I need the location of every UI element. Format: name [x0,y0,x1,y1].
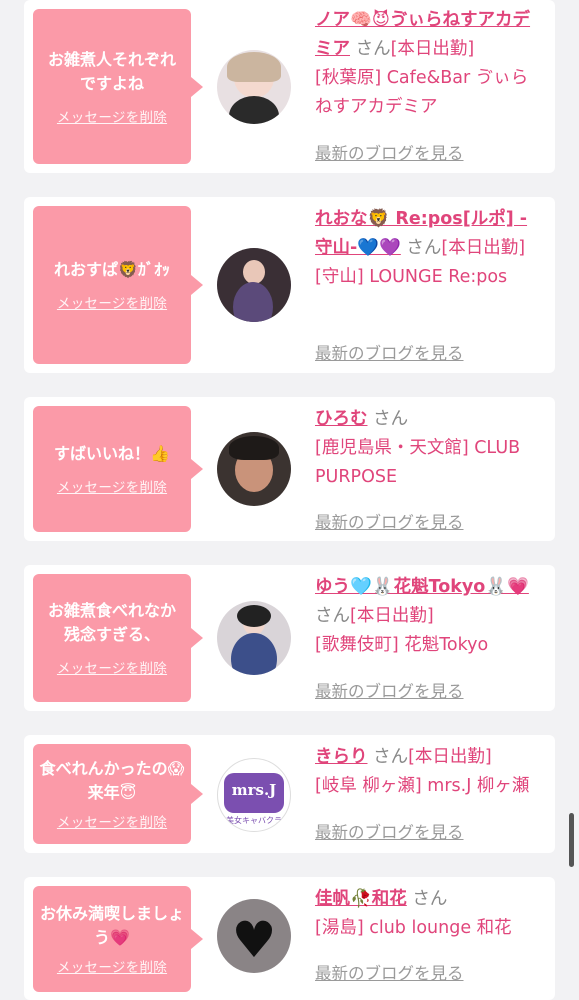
cast-name-link[interactable]: 佳帆🥀和花 [315,889,407,909]
delete-message-link[interactable]: メッセージを削除 [57,956,167,976]
message-bubble: すばいいね！👍 メッセージを削除 [33,406,203,532]
message-text: お雑煮人それぞれですよね [47,49,176,93]
message-text: れおすぱ🦁ｶﾞｵｯ [54,260,170,279]
delete-message-link[interactable]: メッセージを削除 [57,657,167,677]
shop-info: [歌舞伎町] 花魁Tokyo [315,635,489,655]
honorific: さん [373,747,409,767]
avatar-body-icon [229,96,279,124]
avatar[interactable] [217,248,291,322]
honorific: さん [373,409,409,429]
avatar-hair-icon [229,436,279,460]
cast-info: れおな🦁 Re:pos[ルポ] - 守山-💙💜 さん[本日出勤] [守山] LO… [315,205,545,292]
cast-info: 佳帆🥀和花 さん [湯島] club lounge 和花 [315,885,545,943]
message-card: お休み満喫しましょう💗 メッセージを削除 ♥ 佳帆🥀和花 さん [湯島] clu… [24,877,555,1000]
avatar[interactable] [217,432,291,506]
message-card: れおすぱ🦁ｶﾞｵｯ メッセージを削除 れおな🦁 Re:pos[ルポ] - 守山-… [24,197,555,373]
heart-icon: ♥ [231,911,277,969]
status-badge: [本日出勤] [390,39,475,59]
cast-name-link[interactable]: ゆう🩵🐰花魁Tokyo🐰💗 [315,577,529,597]
delete-message-link[interactable]: メッセージを削除 [57,476,167,496]
message-bubble: お雑煮食べれなか残念すぎる、 メッセージを削除 [33,574,203,702]
status-badge: [本日出勤] [441,238,526,258]
shop-info: [守山] LOUNGE Re:pos [315,267,508,287]
delete-message-link[interactable]: メッセージを削除 [57,292,167,312]
cast-info: ひろむ さん [鹿児島県・天文館] CLUB PURPOSE [315,405,545,492]
latest-blog-link[interactable]: 最新のブログを見る [315,340,464,364]
avatar[interactable]: mrs.J 美女キャバクラ [217,758,291,832]
latest-blog-link[interactable]: 最新のブログを見る [315,509,464,533]
cast-info: ノア🧠😈ゔぃらねすアカデミア さん[本日出勤] [秋葉原] Cafe&Bar ゔ… [315,6,545,122]
message-card: すばいいね！👍 メッセージを削除 ひろむ さん [鹿児島県・天文館] CLUB … [24,397,555,541]
latest-blog-link[interactable]: 最新のブログを見る [315,819,464,843]
message-card: お雑煮食べれなか残念すぎる、 メッセージを削除 ゆう🩵🐰花魁Tokyo🐰💗 さん… [24,565,555,711]
honorific: さん [315,606,350,626]
avatar-logo-text: mrs.J [231,781,277,799]
message-card: 食べれんかったの😱来年😇 メッセージを削除 mrs.J 美女キャバクラ きらり … [24,735,555,853]
avatar[interactable]: ♥ [217,899,291,973]
shop-info: [鹿児島県・天文館] CLUB PURPOSE [315,438,521,487]
message-bubble: お雑煮人それぞれですよね メッセージを削除 [33,9,203,164]
message-bubble: お休み満喫しましょう💗 メッセージを削除 [33,886,203,992]
avatar[interactable] [217,50,291,124]
shop-info: [秋葉原] Cafe&Bar ゔぃらねすアカデミア [315,68,529,117]
honorific: さん [406,238,442,258]
avatar-logo-subtext: 美女キャバクラ [226,816,282,825]
delete-message-link[interactable]: メッセージを削除 [57,811,167,831]
message-text: 食べれんかったの😱来年😇 [39,759,185,802]
cast-name-link[interactable]: きらり [315,747,368,767]
message-bubble: れおすぱ🦁ｶﾞｵｯ メッセージを削除 [33,206,203,364]
avatar-body-icon [231,633,277,675]
avatar-photo-icon [243,260,265,284]
avatar-body-icon [233,282,273,322]
shop-info: [岐阜 柳ヶ瀬] mrs.J 柳ヶ瀬 [315,776,530,796]
message-bubble: 食べれんかったの😱来年😇 メッセージを削除 [33,744,203,844]
latest-blog-link[interactable]: 最新のブログを見る [315,140,464,164]
shop-info: [湯島] club lounge 和花 [315,918,512,938]
message-text: お雑煮食べれなか残念すぎる、 [47,601,176,644]
avatar[interactable] [217,601,291,675]
latest-blog-link[interactable]: 最新のブログを見る [315,960,464,984]
delete-message-link[interactable]: メッセージを削除 [57,106,167,126]
scrollbar[interactable] [569,813,574,867]
cast-name-link[interactable]: ひろむ [315,409,368,429]
status-badge: [本日出勤] [350,606,434,626]
honorific: さん [355,39,391,59]
status-badge: [本日出勤] [408,747,492,767]
message-text: お休み満喫しましょう💗 [39,904,184,947]
avatar-hair-icon [227,52,281,82]
cast-info: ゆう🩵🐰花魁Tokyo🐰💗 さん[本日出勤] [歌舞伎町] 花魁Tokyo [315,573,545,660]
avatar-hair-icon [237,605,271,627]
honorific: さん [412,889,448,909]
latest-blog-link[interactable]: 最新のブログを見る [315,678,464,702]
cast-info: きらり さん[本日出勤] [岐阜 柳ヶ瀬] mrs.J 柳ヶ瀬 [315,743,550,801]
message-text: すばいいね！👍 [54,444,170,463]
message-card: お雑煮人それぞれですよね メッセージを削除 ノア🧠😈ゔぃらねすアカデミア さん[… [24,0,555,173]
